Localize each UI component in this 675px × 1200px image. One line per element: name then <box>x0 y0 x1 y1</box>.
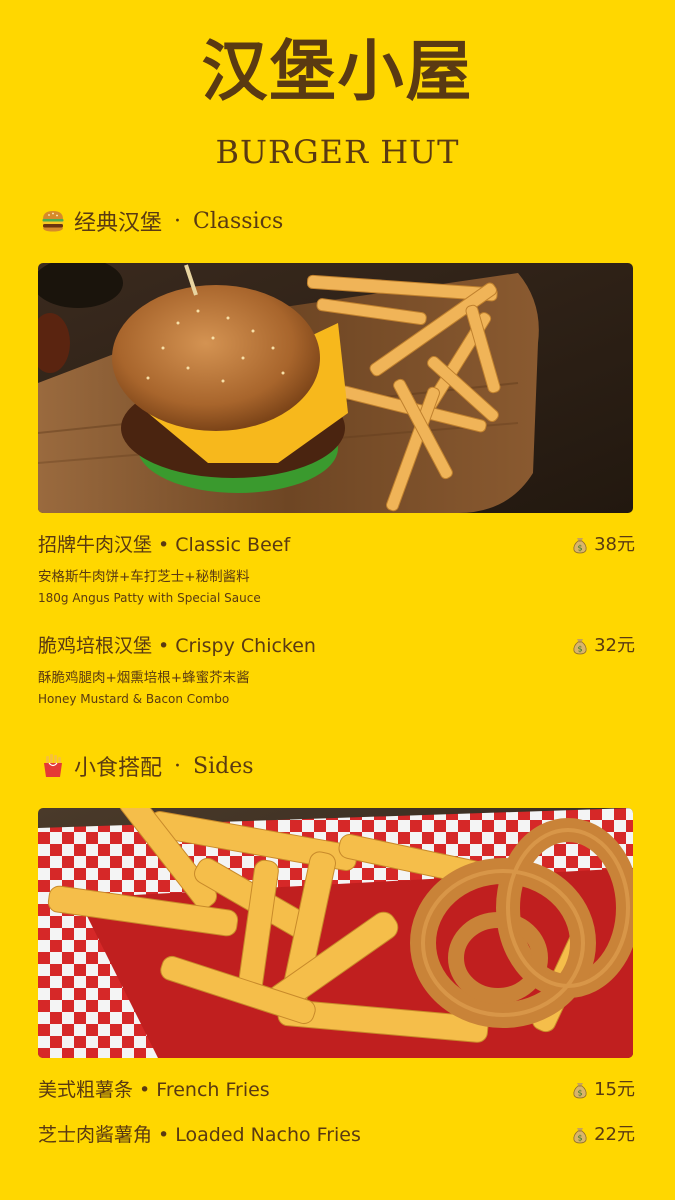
price-value: 32元 <box>594 635 635 656</box>
section-separator: · <box>174 753 182 779</box>
section-title-en: Sides <box>193 753 254 779</box>
menu-item-name: 美式粗薯条 • French Fries <box>38 1079 270 1101</box>
price-value: 15元 <box>594 1079 635 1100</box>
burger-and-fries-photo <box>38 263 633 513</box>
menu-item-description-en: Honey Mustard & Bacon Combo <box>38 692 230 706</box>
menu-item-price: $ 38元 <box>572 532 635 558</box>
svg-text:$: $ <box>578 544 583 553</box>
menu-item-description-cn: 安格斯牛肉饼+车打芝士+秘制酱料 <box>38 569 250 585</box>
menu-item-name: 芝士肉酱薯角 • Loaded Nacho Fries <box>38 1124 361 1146</box>
fries-and-onion-rings-photo <box>38 808 633 1058</box>
price-value: 22元 <box>594 1124 635 1145</box>
menu-item-description-en: 180g Angus Patty with Special Sauce <box>38 591 261 605</box>
price-value: 38元 <box>594 534 635 555</box>
svg-text:$: $ <box>578 1134 583 1143</box>
section-title-cn: 经典汉堡 <box>74 211 163 236</box>
section-heading-sides: 小食搭配 · Sides <box>40 748 254 784</box>
fries-emoji-icon <box>40 753 66 779</box>
page-title: 汉堡小屋 <box>201 33 474 110</box>
menu-item-price: $ 15元 <box>572 1077 635 1103</box>
burger-emoji-icon <box>40 208 66 234</box>
menu-item-price: $ 22元 <box>572 1122 635 1148</box>
menu-item-name: 招牌牛肉汉堡 • Classic Beef <box>38 534 291 556</box>
money-bag-icon: $ <box>572 1081 588 1099</box>
menu-item-price: $ 32元 <box>572 633 635 659</box>
money-bag-icon: $ <box>572 637 588 655</box>
money-bag-icon: $ <box>572 1126 588 1144</box>
menu-item-description-cn: 酥脆鸡腿肉+烟熏培根+蜂蜜芥末酱 <box>38 670 250 686</box>
menu-item-name: 脆鸡培根汉堡 • Crispy Chicken <box>38 635 316 657</box>
svg-text:$: $ <box>578 645 583 654</box>
page-subtitle: BURGER HUT <box>215 133 460 171</box>
money-bag-icon: $ <box>572 536 588 554</box>
section-heading-classics: 经典汉堡 · Classics <box>40 203 283 239</box>
section-title-en: Classics <box>193 208 284 234</box>
section-separator: · <box>174 208 182 234</box>
section-title-cn: 小食搭配 <box>74 756 163 781</box>
svg-text:$: $ <box>578 1089 583 1098</box>
